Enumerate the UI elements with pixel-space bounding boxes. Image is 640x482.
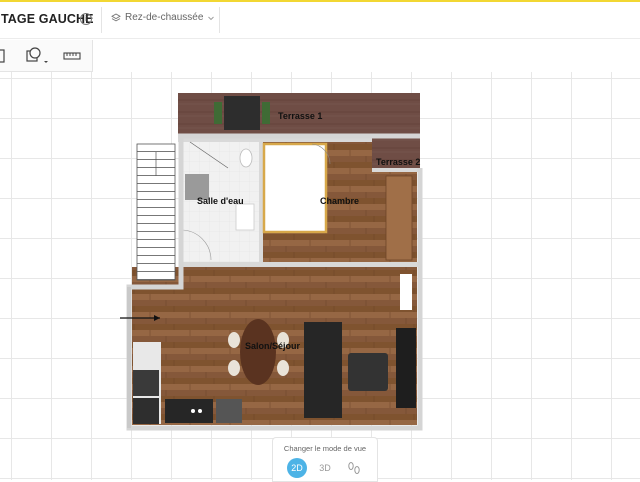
cooktop: [165, 399, 213, 423]
sink: [235, 203, 255, 231]
header-divider-2: [219, 7, 220, 33]
view-3d-button[interactable]: 3D: [315, 458, 335, 478]
dining-chair: [228, 332, 240, 348]
view-2d-button[interactable]: 2D: [287, 458, 307, 478]
room-label-chambre[interactable]: Chambre: [320, 196, 359, 206]
bathroom-wall: [259, 142, 263, 262]
tv-unit: [396, 328, 416, 408]
window-light: [400, 274, 412, 310]
cooktop-burner: [198, 409, 202, 413]
floor-selector[interactable]: Rez-de-chaussée: [111, 12, 215, 23]
header-bar: TAGE GAUCHE i Rez-de-chaussée: [0, 2, 640, 39]
shape-tool-icon: [26, 47, 48, 63]
dining-table: [240, 319, 276, 385]
chevron-down-icon: [208, 16, 215, 20]
cooktop-burner: [191, 409, 195, 413]
bed: [262, 142, 328, 234]
oven: [216, 399, 242, 423]
interior-wall: [181, 262, 420, 267]
header-divider: [101, 7, 102, 33]
info-icon[interactable]: i: [80, 13, 92, 25]
view-mode-panel: Changer le mode de vue 2D 3D: [272, 437, 378, 482]
outdoor-table: [224, 96, 260, 130]
dining-chair: [277, 360, 289, 376]
dining-chair: [228, 360, 240, 376]
layers-icon: [111, 12, 121, 21]
outdoor-chair: [262, 102, 270, 124]
wardrobe: [385, 175, 413, 261]
toilet: [239, 148, 253, 168]
kitchen-unit: [133, 370, 159, 396]
outdoor-chair: [214, 102, 222, 124]
sofa: [304, 322, 342, 418]
walk-mode-icon[interactable]: [345, 459, 363, 477]
room-label-salle-eau[interactable]: Salle d'eau: [197, 196, 244, 206]
coffee-table: [348, 353, 388, 391]
ruler-button[interactable]: [60, 46, 84, 66]
view-mode-label: Changer le mode de vue: [283, 444, 367, 453]
floor-plan-canvas[interactable]: Terrasse 1 Terrasse 2 Salle d'eau Chambr…: [0, 72, 640, 480]
room-label-salon[interactable]: Salon/Séjour: [245, 341, 300, 351]
room-label-terrasse-1[interactable]: Terrasse 1: [278, 111, 322, 121]
floor-selector-label: Rez-de-chaussée: [125, 12, 204, 23]
room-label-terrasse-2[interactable]: Terrasse 2: [376, 157, 420, 167]
floor-plan: [120, 93, 423, 431]
ruler-icon: [63, 52, 81, 60]
wall: [372, 168, 420, 172]
partial-tool-icon[interactable]: [0, 46, 8, 66]
tool-bar: [0, 40, 93, 72]
kitchen-unit: [133, 398, 159, 424]
shape-tool-button[interactable]: [22, 46, 50, 66]
